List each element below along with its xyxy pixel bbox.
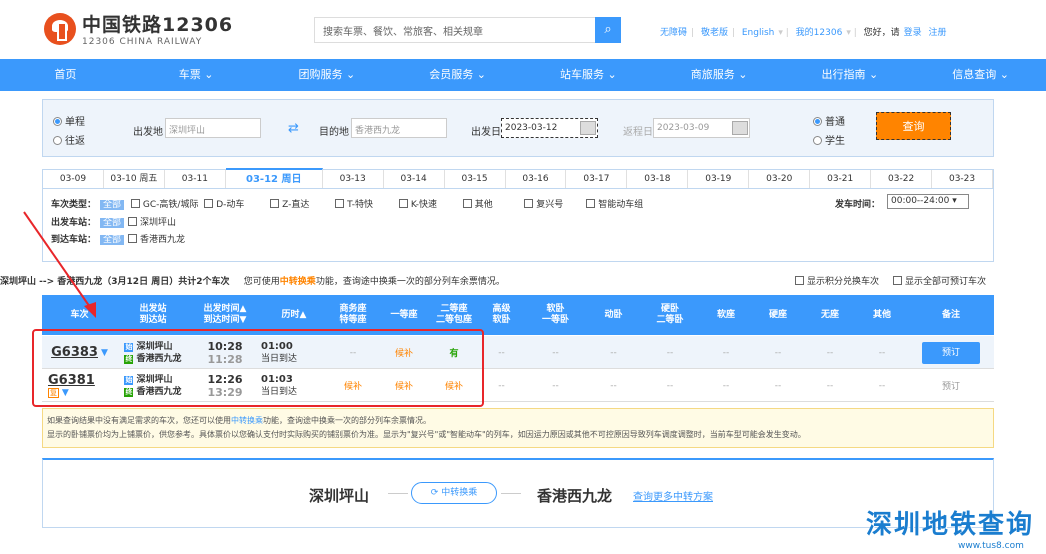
student-radio[interactable]: 学生 xyxy=(813,132,845,147)
calendar-icon[interactable] xyxy=(732,121,748,135)
date-tab[interactable]: 03-18 xyxy=(627,170,689,188)
type-other-checkbox[interactable]: 其他 xyxy=(462,199,493,210)
from-input[interactable]: 深圳坪山 xyxy=(165,118,261,138)
search-button[interactable]: ⌕ xyxy=(595,17,621,43)
return-label: 返程日 xyxy=(623,127,653,138)
nav-business[interactable]: 商旅服务 ⌄ xyxy=(654,59,785,91)
english-link[interactable]: English xyxy=(742,28,775,38)
col-soft-seat: 软座 xyxy=(716,309,735,320)
watermark: 深圳地铁查询 xyxy=(866,510,1035,540)
swap-icon[interactable]: ⇄ xyxy=(288,121,299,136)
nav-group[interactable]: 团购服务 ⌄ xyxy=(262,59,393,91)
more-transfer-link[interactable]: 查询更多中转方案 xyxy=(633,488,713,503)
nav-member[interactable]: 会员服务 ⌄ xyxy=(392,59,523,91)
date-tab[interactable]: 03-23 xyxy=(932,170,994,188)
notice-box: 如果查询结果中没有满足需求的车次，您还可以使用中转换乘功能，查询途中换乘一次的部… xyxy=(42,408,994,448)
accessibility-link[interactable]: 无障碍 xyxy=(660,28,687,38)
col-soft-sleeper: 软卧 一等卧 xyxy=(541,304,569,325)
result-summary: 深圳坪山 --> 香港西九龙（3月12日 周日）共计2个车次 您可使用中转换乘功… xyxy=(0,274,1046,287)
notice-text: 显示的卧铺票价均为上铺票价，供您参考。具体票价以您确认支付时实际购买的铺别票价为… xyxy=(47,430,806,439)
book-button-disabled: 预订 xyxy=(941,382,960,392)
type-smart-checkbox[interactable]: 智能动车组 xyxy=(586,199,643,210)
transfer-button[interactable]: ⟳ 中转换乘 xyxy=(411,482,497,504)
date-tabs: 03-09 03-10 周五 03-11 03-12 周日 03-13 03-1… xyxy=(42,168,994,189)
transfer-from: 深圳坪山 xyxy=(309,487,370,505)
col-other: 其他 xyxy=(872,309,891,320)
col-moving-sleeper: 动卧 xyxy=(604,309,623,320)
date-tab[interactable]: 03-16 xyxy=(506,170,567,188)
notice-transfer-link[interactable]: 中转换乘 xyxy=(231,416,263,425)
refresh-icon: ⟳ xyxy=(430,488,439,498)
col-hard-sleeper: 硬卧 二等卧 xyxy=(656,304,684,325)
type-t-checkbox[interactable]: T-特快 xyxy=(335,199,373,210)
normal-radio[interactable]: 普通 xyxy=(813,113,845,128)
to-label: 目的地 xyxy=(319,127,349,138)
to-input[interactable]: 香港西九龙 xyxy=(351,118,447,138)
watermark-url: www.tus8.com xyxy=(958,541,1024,551)
col-hard-seat: 硬座 xyxy=(768,309,787,320)
search-icon: ⌕ xyxy=(604,22,612,37)
date-tab[interactable]: 03-17 xyxy=(566,170,628,188)
annotation-arrow xyxy=(23,211,96,318)
date-label: 出发日 xyxy=(471,127,501,138)
site-search-input[interactable]: 搜索车票、餐饮、常旅客、相关规章 xyxy=(314,17,596,43)
elder-mode-link[interactable]: 敬老版 xyxy=(701,28,728,38)
top-links: 无障碍 | 敬老版 | English ▾ | 我的12306 ▾ | 您好，请 登录 注… xyxy=(660,28,947,38)
my-12306-link[interactable]: 我的12306 xyxy=(796,28,843,38)
date-tab[interactable]: 03-15 xyxy=(445,170,506,188)
book-button[interactable]: 预订 xyxy=(922,341,980,364)
greeting-text: 您好，请 xyxy=(863,28,900,38)
col-no-seat: 无座 xyxy=(820,309,839,320)
type-d-checkbox[interactable]: D-动车 xyxy=(204,199,244,210)
departure-time-select[interactable]: 00:00--24:00 ▾ xyxy=(887,194,969,209)
all-bookable-checkbox[interactable]: 显示全部可预订车次 xyxy=(893,274,986,287)
login-link[interactable]: 登录 xyxy=(904,28,922,38)
date-tab[interactable]: 03-19 xyxy=(688,170,750,188)
transfer-panel: 深圳坪山 ⟳ 中转换乘 香港西九龙 查询更多中转方案 xyxy=(42,458,994,528)
points-option-checkbox[interactable]: 显示积分兑换车次 xyxy=(795,274,879,287)
departure-time-label: 发车时间： xyxy=(835,200,881,210)
col-deluxe-sleeper: 高级 软卧 xyxy=(492,304,511,325)
register-link[interactable]: 注册 xyxy=(929,28,947,38)
date-tab[interactable]: 03-20 xyxy=(749,170,811,188)
date-tab[interactable]: 03-21 xyxy=(810,170,872,188)
type-fuxing-checkbox[interactable]: 复兴号 xyxy=(524,199,563,210)
nav-guide[interactable]: 出行指南 ⌄ xyxy=(785,59,916,91)
query-button[interactable]: 查询 xyxy=(876,112,951,140)
col-remark: 备注 xyxy=(941,309,960,320)
transfer-to: 香港西九龙 xyxy=(537,487,613,505)
highlight-box xyxy=(32,329,484,407)
nav-info[interactable]: 信息查询 ⌄ xyxy=(915,59,1046,91)
type-z-checkbox[interactable]: Z-直达 xyxy=(270,199,309,210)
nav-tickets[interactable]: 车票 ⌄ xyxy=(131,59,262,91)
calendar-icon[interactable] xyxy=(580,121,596,135)
date-tab[interactable]: 03-14 xyxy=(384,170,445,188)
top-bar: 中国铁路12306 12306 CHINA RAILWAY 搜索车票、餐饮、常旅… xyxy=(0,0,1046,58)
main-nav: 首页 车票 ⌄ 团购服务 ⌄ 会员服务 ⌄ 站车服务 ⌄ 商旅服务 ⌄ 出行指南… xyxy=(0,59,1046,91)
date-tab[interactable]: 03-11 xyxy=(165,170,226,188)
transfer-hint-link[interactable]: 中转换乘 xyxy=(280,277,316,287)
date-tab[interactable]: 03-13 xyxy=(323,170,384,188)
filter-panel: 车次类型： 全部 GC-高铁/城际 D-动车 Z-直达 T-特快 K-快速 其他 … xyxy=(42,188,994,262)
date-tab-active[interactable]: 03-12 周日 xyxy=(225,168,323,188)
type-gc-checkbox[interactable]: GC-高铁/城际 xyxy=(130,199,198,210)
type-k-checkbox[interactable]: K-快速 xyxy=(398,199,437,210)
date-tab[interactable]: 03-22 xyxy=(871,170,933,188)
nav-station[interactable]: 站车服务 ⌄ xyxy=(523,59,654,91)
query-panel: 单程 往返 出发地 深圳坪山 ⇄ 目的地 香港西九龙 出发日 2023-03-1… xyxy=(42,99,994,157)
